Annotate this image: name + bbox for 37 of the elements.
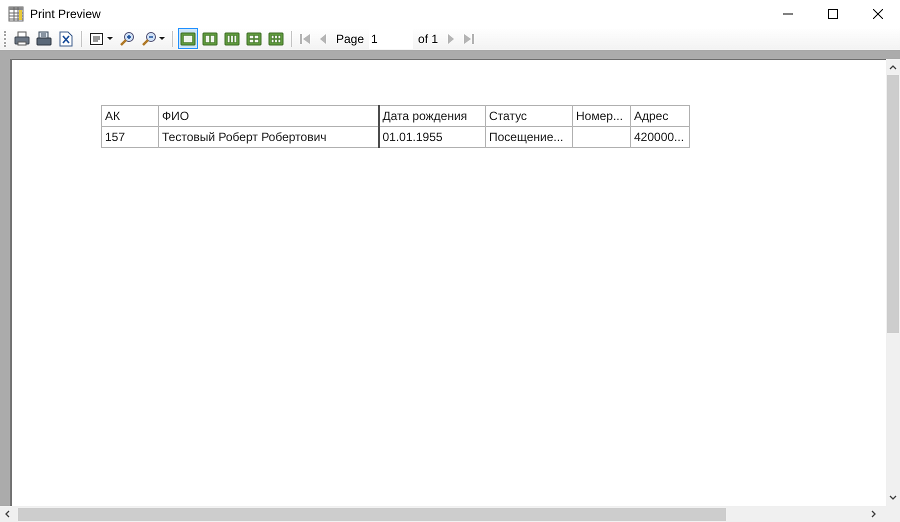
column-header: Статус (486, 106, 572, 126)
table-cell (572, 126, 630, 148)
table-cell: 01.01.1955 (378, 126, 486, 148)
column-header: Адрес (630, 106, 690, 126)
page-layout-button[interactable] (178, 28, 198, 49)
table-cell: 157 (102, 126, 158, 148)
column-header: Дата рождения (378, 106, 486, 126)
page-layout-icon (202, 30, 218, 46)
last-page-icon (463, 32, 476, 46)
document-icon (58, 30, 74, 46)
column-header: ФИО (158, 106, 378, 126)
table-cell: 420000... (630, 126, 690, 148)
column-header: АК (102, 106, 158, 126)
printer-icon (14, 30, 30, 46)
close-icon[interactable] (873, 8, 883, 18)
first-page-icon (299, 32, 311, 46)
scroll-right-icon[interactable] (871, 510, 877, 518)
table-cell: Посещение... (486, 126, 572, 148)
page-layout-icon (246, 30, 262, 46)
scroll-down-icon[interactable] (889, 495, 897, 501)
page-count: of 1 (418, 32, 438, 46)
table-icon (8, 6, 24, 22)
zoom-out-icon (141, 30, 157, 46)
page-label: Page (336, 32, 364, 46)
page-layout-icon (224, 30, 240, 46)
page-icon (89, 30, 105, 46)
page-layout-icon (180, 30, 196, 46)
vertical-scrollbar[interactable] (886, 59, 900, 506)
scroll-up-icon[interactable] (889, 64, 897, 70)
window-title: Print Preview (30, 6, 101, 20)
scroll-left-icon[interactable] (4, 510, 10, 518)
zoom-in-icon (119, 30, 135, 46)
maximize-icon[interactable] (828, 8, 838, 18)
column-header: Номер... (572, 106, 630, 126)
page-layout-icon (268, 30, 284, 46)
horizontal-scrollbar[interactable] (0, 506, 900, 522)
printer-icon (36, 30, 52, 46)
